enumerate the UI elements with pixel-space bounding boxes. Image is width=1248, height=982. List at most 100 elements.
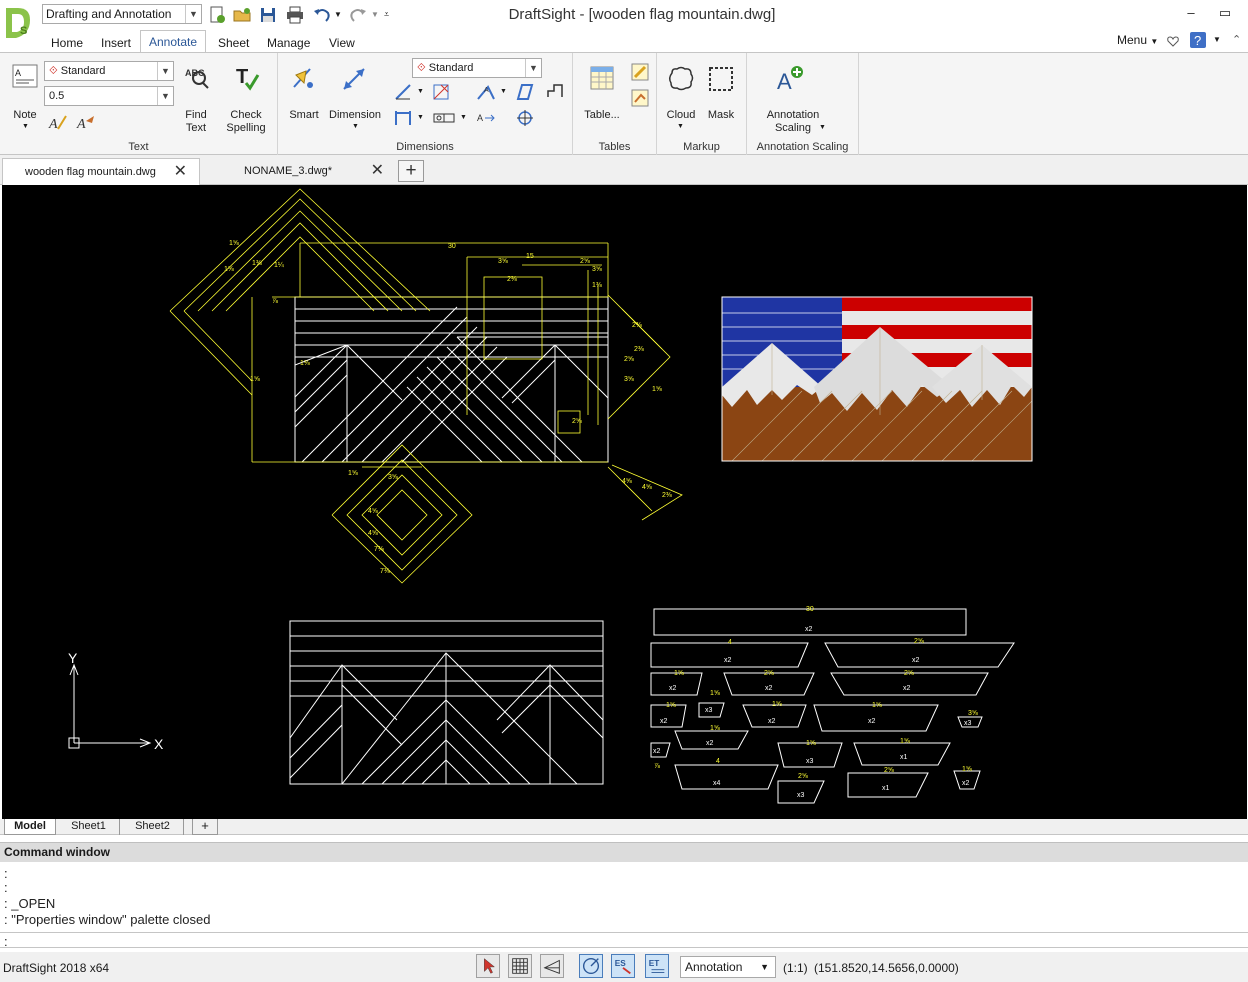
ribbon-options-icon[interactable]: ⌃ <box>1232 33 1241 46</box>
restore-button[interactable]: ▭ <box>1216 4 1234 22</box>
tab-sheet1[interactable]: Sheet1 <box>58 819 120 835</box>
svg-text:3⅝: 3⅝ <box>624 376 634 383</box>
annotation-scale-select[interactable]: Annotation ▼ <box>680 956 776 978</box>
polar-icon[interactable] <box>579 954 603 978</box>
entity-track-icon[interactable]: ET <box>645 954 669 978</box>
baseline-dimension-icon[interactable] <box>432 83 450 101</box>
grid-icon[interactable] <box>508 954 532 978</box>
tolerance-icon[interactable] <box>432 109 456 127</box>
svg-text:2⅝: 2⅝ <box>798 773 808 780</box>
svg-text:2⅝: 2⅝ <box>914 638 924 645</box>
tab-view[interactable]: View <box>323 33 361 53</box>
tab-model[interactable]: Model <box>4 819 56 835</box>
svg-text:A: A <box>76 117 86 131</box>
table-icon[interactable] <box>589 65 615 91</box>
text-style-value: Standard <box>60 65 106 77</box>
doc-tab-wooden-flag[interactable]: wooden flag mountain.dwg ✕ <box>2 158 200 185</box>
cloud-button[interactable]: Cloud <box>661 109 701 122</box>
find-text-icon[interactable]: ABC <box>182 63 210 89</box>
svg-text:7⅜: 7⅜ <box>380 568 390 575</box>
angular-dimension-icon[interactable]: A <box>476 83 496 101</box>
document-tab-bar: wooden flag mountain.dwg ✕ NONAME_3.dwg*… <box>0 155 1248 185</box>
smart-dimension-icon[interactable] <box>290 65 316 93</box>
edit-text-icon[interactable]: A <box>48 113 68 131</box>
svg-text:2⅝: 2⅝ <box>904 670 914 677</box>
angular-dropdown-icon[interactable]: ▼ <box>500 88 507 95</box>
dimension-dropdown-icon[interactable]: ▼ <box>352 123 359 130</box>
svg-text:1⅝: 1⅝ <box>224 266 234 273</box>
tab-sheet2[interactable]: Sheet2 <box>122 819 184 835</box>
snap-cursor-icon[interactable] <box>476 954 500 978</box>
table-button[interactable]: Table... <box>577 109 627 122</box>
svg-text:2⅝: 2⅝ <box>572 418 582 425</box>
annotation-scaling-button[interactable]: Annotation Scaling <box>751 109 835 135</box>
command-window[interactable]: : : : _OPEN : "Properties window" palett… <box>0 862 1248 949</box>
ortho-icon[interactable] <box>540 954 564 978</box>
jog-dimension-icon[interactable] <box>546 83 564 101</box>
drawing-canvas[interactable]: 30 15 1⅝ 1⅝ 1⅜ 1¼ ⅞ 1⅝ 3⅝ 2⅜ 2⅝ 3⅝ 1⅜ 1⅜ 2⅜ 2⅜ 2⅝ … <box>2 185 1247 819</box>
help-icon[interactable]: ? <box>1190 32 1206 48</box>
dimensions-group-label: Dimensions <box>396 141 454 153</box>
smart-button[interactable]: Smart <box>284 109 324 122</box>
annotation-scaling-dropdown-icon[interactable]: ▼ <box>819 124 826 131</box>
dimension-icon[interactable] <box>340 65 368 93</box>
note-icon[interactable]: A <box>11 63 39 89</box>
svg-text:⅞: ⅞ <box>272 298 278 305</box>
close-icon[interactable]: ✕ <box>174 159 187 185</box>
annotation-scaling-icon[interactable]: A <box>775 63 805 93</box>
close-icon[interactable]: ✕ <box>371 158 384 184</box>
center-mark-icon[interactable] <box>516 109 534 127</box>
add-sheet-button[interactable]: + <box>192 819 218 835</box>
heart-icon[interactable] <box>1167 35 1179 47</box>
continue-dimension-icon[interactable] <box>394 109 412 127</box>
text-style-select[interactable]: ⟐ Standard ▼ <box>44 61 174 81</box>
tab-home[interactable]: Home <box>45 33 89 53</box>
edit-table-icon[interactable] <box>631 63 649 81</box>
note-button[interactable]: Note <box>8 109 42 122</box>
check-spelling-button[interactable]: Check Spelling <box>222 109 270 135</box>
tab-annotate[interactable]: Annotate <box>140 30 207 53</box>
text-format-icon[interactable]: A <box>76 113 96 131</box>
text-height-select[interactable]: 0.5 ▼ <box>44 86 174 106</box>
scale-readout[interactable]: (1:1) <box>783 961 808 975</box>
mask-button[interactable]: Mask <box>703 109 739 122</box>
ucs-axis-icon <box>68 663 152 749</box>
svg-text:A: A <box>48 117 58 131</box>
find-text-button[interactable]: Find Text <box>178 109 214 135</box>
mask-icon[interactable] <box>707 65 735 93</box>
table-style-icon[interactable] <box>631 89 649 107</box>
command-input[interactable]: : <box>4 934 8 949</box>
new-tab-button[interactable]: + <box>398 160 424 182</box>
svg-text:4⅝: 4⅝ <box>642 484 652 491</box>
minimize-button[interactable]: – <box>1182 4 1200 22</box>
ordinate-dropdown-icon[interactable]: ▼ <box>417 88 424 95</box>
chevron-down-icon[interactable]: ▼ <box>157 87 173 105</box>
continue-dropdown-icon[interactable]: ▼ <box>417 114 424 121</box>
tab-sheet[interactable]: Sheet <box>212 33 255 53</box>
dimension-button[interactable]: Dimension <box>326 109 384 122</box>
doc-tab-noname[interactable]: NONAME_3.dwg* ✕ <box>222 158 396 185</box>
menu-button[interactable]: Menu ▼ <box>1117 33 1158 47</box>
dimension-text-edit-icon[interactable]: A <box>476 109 496 127</box>
chevron-down-icon[interactable]: ▼ <box>525 59 541 77</box>
tolerance-dropdown-icon[interactable]: ▼ <box>460 114 467 121</box>
cloud-icon[interactable] <box>667 65 695 93</box>
tab-manage[interactable]: Manage <box>261 33 316 53</box>
oblique-dimension-icon[interactable] <box>516 83 534 101</box>
dimension-style-select[interactable]: ⟐ Standard ▼ <box>412 58 542 78</box>
svg-text:4⅝: 4⅝ <box>368 530 378 537</box>
chevron-down-icon[interactable]: ▼ <box>760 957 769 977</box>
entity-snap-icon[interactable]: ES <box>611 954 635 978</box>
check-spelling-icon[interactable]: T <box>232 63 260 91</box>
tab-insert[interactable]: Insert <box>95 33 137 53</box>
note-dropdown-icon[interactable]: ▼ <box>22 123 29 130</box>
svg-text:1¼: 1¼ <box>274 262 284 269</box>
chevron-down-icon[interactable]: ▼ <box>157 62 173 80</box>
cloud-dropdown-icon[interactable]: ▼ <box>677 123 684 130</box>
help-dropdown-icon[interactable]: ▼ <box>1213 35 1221 44</box>
cut-list-dims: 30 4 2⅝ 1⅝ 2⅝ 2⅝ 1⅝ 1⅝ 1⅝ 1⅝ 3⅝ 1⅝ ⅞ 1⅝ 1⅝ 4 2⅝ 2⅝ 1… <box>654 606 978 780</box>
svg-text:2⅜: 2⅜ <box>507 276 517 283</box>
ordinate-dimension-icon[interactable] <box>394 83 412 101</box>
doc-tab-label: NONAME_3.dwg* <box>244 165 333 177</box>
svg-text:ES: ES <box>615 959 627 968</box>
